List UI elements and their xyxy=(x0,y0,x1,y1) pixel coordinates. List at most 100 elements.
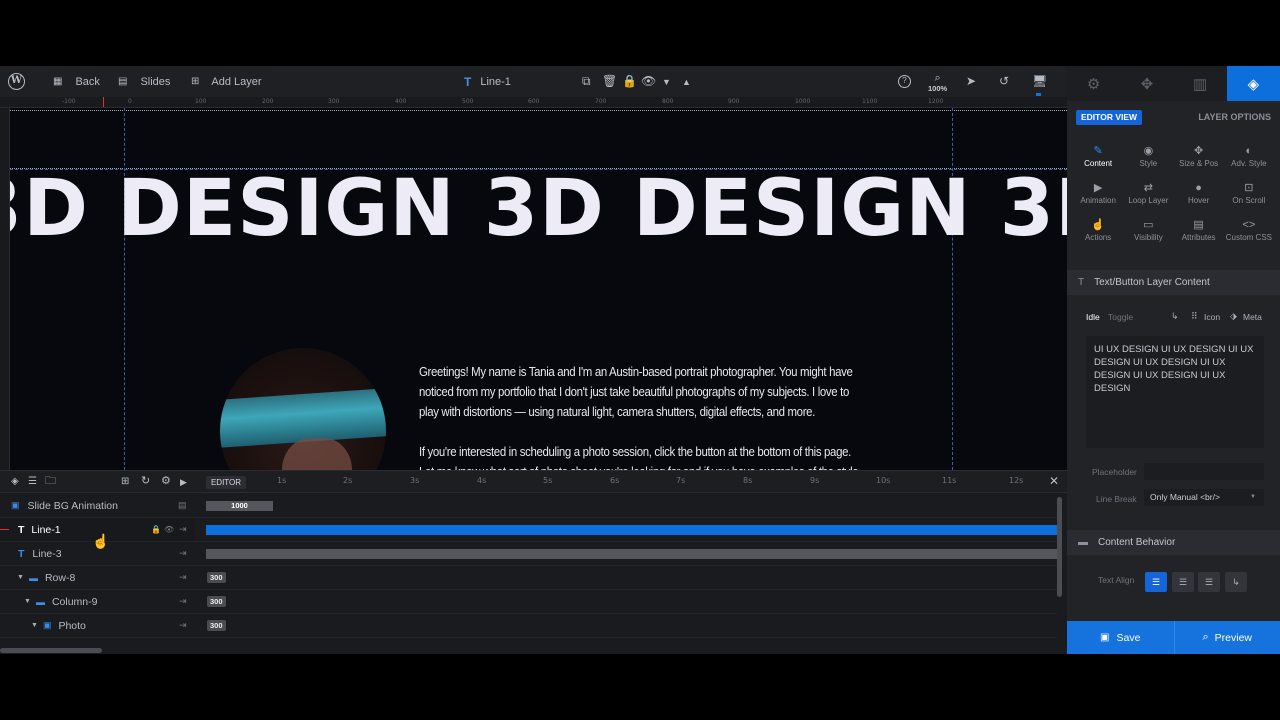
desktop-icon[interactable]: 🖥 xyxy=(1032,75,1047,87)
play-icon[interactable]: ▶ xyxy=(180,476,187,488)
time-tick: 1s xyxy=(277,476,287,485)
current-layer-selector[interactable]: T Line-1 xyxy=(464,66,511,97)
end-icon[interactable]: ⇥ xyxy=(179,548,187,559)
caret-down-icon[interactable]: ▼ xyxy=(17,574,24,581)
end-icon[interactable]: ⇥ xyxy=(179,524,187,535)
track-column-9[interactable]: 300 xyxy=(195,590,1057,614)
track-photo[interactable]: 300 xyxy=(195,614,1057,638)
track-bar-active[interactable] xyxy=(206,525,1057,535)
end-icon[interactable]: ⇥ xyxy=(179,596,187,607)
timeline-row-row-8[interactable]: ▼ ▬ Row-8 ⇥ xyxy=(0,566,195,590)
track-line-3[interactable] xyxy=(195,542,1057,566)
tab-navigation[interactable]: ✥ xyxy=(1120,66,1173,101)
tab-slider-settings[interactable]: ⚙ xyxy=(1067,66,1120,101)
option-animation[interactable]: ▶ Animation xyxy=(1073,181,1123,212)
save-button[interactable]: ▣ Save xyxy=(1067,621,1174,654)
arrow-down-icon[interactable]: ▼ xyxy=(662,76,671,88)
layer-text-input[interactable]: UI UX DESIGN UI UX DESIGN UI UX DESIGN U… xyxy=(1086,336,1264,448)
meta-button[interactable]: Meta xyxy=(1243,312,1262,322)
wordpress-icon[interactable]: W xyxy=(8,73,25,90)
back-button[interactable]: ▦ Back xyxy=(53,66,100,97)
track-slide-bg[interactable]: 1000 xyxy=(195,494,1057,518)
cursor-icon[interactable]: ➤ xyxy=(966,75,976,87)
ruler-tick: 100 xyxy=(195,98,207,105)
tab-idle[interactable]: Idle xyxy=(1086,312,1100,322)
time-tick: 11s xyxy=(942,476,957,485)
tab-toggle[interactable]: Toggle xyxy=(1108,312,1133,322)
option-visibility[interactable]: ▭ Visibility xyxy=(1123,218,1173,249)
grid-icon[interactable]: ⠿ xyxy=(1191,311,1198,322)
device-indicator xyxy=(1036,93,1041,96)
portrait-photo[interactable] xyxy=(220,348,386,470)
editor-mode-chip[interactable]: EDITOR xyxy=(206,476,246,489)
track-bar[interactable] xyxy=(206,549,1057,559)
duplicate-icon[interactable]: ⧉ xyxy=(582,75,591,87)
icon-button[interactable]: Icon xyxy=(1204,312,1220,322)
slides-button[interactable]: ▤ Slides xyxy=(118,66,170,97)
editor-view-button[interactable]: EDITOR VIEW xyxy=(1076,110,1143,125)
section-content-behavior[interactable]: ▬ Content Behavior xyxy=(1067,530,1280,555)
timeline-row-column-9[interactable]: ▼ ▬ Column-9 ⇥ xyxy=(0,590,195,614)
line-break-select[interactable]: Only Manual <br/> ▼ xyxy=(1144,489,1264,506)
settings-icon[interactable]: ⚙ xyxy=(161,475,171,487)
add-layer-icon: ⊞ xyxy=(191,75,200,87)
slide-canvas[interactable]: 3D DESIGN 3D DESIGN 3D DESIGN Greetings!… xyxy=(10,108,1067,470)
caret-down-icon[interactable]: ▼ xyxy=(24,598,31,605)
option-size-pos[interactable]: ✥ Size & Pos xyxy=(1174,144,1224,175)
eye-icon[interactable]: 👁 xyxy=(641,75,656,87)
folder-icon[interactable]: 🗀 xyxy=(45,475,56,487)
align-right-button[interactable]: ☰ xyxy=(1198,572,1220,592)
eye-icon[interactable]: 👁 xyxy=(164,525,174,534)
timeline-horizontal-scrollbar[interactable] xyxy=(0,648,102,653)
option-hover[interactable]: ● Hover xyxy=(1174,181,1224,212)
tab-layer-options[interactable]: ◈ xyxy=(1226,66,1280,101)
add-layer-button[interactable]: ⊞ Add Layer xyxy=(191,66,262,97)
undo-icon[interactable]: ↺ xyxy=(999,75,1009,87)
option-style[interactable]: ◉ Style xyxy=(1123,144,1173,175)
tab-slide-options[interactable]: ▥ xyxy=(1174,66,1227,101)
close-timeline-icon[interactable]: ✕ xyxy=(1049,475,1059,487)
track-line-1[interactable] xyxy=(195,518,1057,542)
option-actions[interactable]: ☝ Actions xyxy=(1073,218,1123,249)
zoom-control[interactable]: ⌕ 100% xyxy=(928,72,947,93)
preview-button[interactable]: ⌕ Preview xyxy=(1173,621,1280,654)
timeline-row-photo[interactable]: ▼ ▣ Photo ⇥ xyxy=(0,614,195,638)
option-adv-style[interactable]: ◐ Adv. Style xyxy=(1224,144,1274,175)
list-icon[interactable]: ☰ xyxy=(28,476,37,488)
option-loop-layer[interactable]: ⇄ Loop Layer xyxy=(1123,181,1173,212)
align-center-button[interactable]: ☰ xyxy=(1172,572,1194,592)
slides-label: Slides xyxy=(140,75,171,88)
option-on-scroll[interactable]: ⊡ On Scroll xyxy=(1224,181,1274,212)
tag-icon[interactable]: ⬗ xyxy=(1230,311,1237,322)
align-inherit-button[interactable]: ↳ xyxy=(1225,572,1247,592)
placeholder-field[interactable] xyxy=(1144,463,1264,480)
lock-icon[interactable]: 🔒 xyxy=(151,525,161,534)
option-content[interactable]: ✎ Content xyxy=(1073,144,1123,175)
end-icon[interactable]: ⇥ xyxy=(179,620,187,631)
layers-icon[interactable]: ◈ xyxy=(11,476,19,488)
time-tick: 12s xyxy=(1009,476,1024,485)
line-break-icon[interactable]: ↳ xyxy=(1171,311,1179,322)
lock-icon[interactable]: 🔒 xyxy=(622,75,637,87)
refresh-icon[interactable]: ↻ xyxy=(141,475,150,487)
trash-icon[interactable]: 🗑 xyxy=(602,75,617,87)
help-icon[interactable]: ? xyxy=(898,75,911,88)
arrow-up-icon[interactable]: ▲ xyxy=(682,76,691,88)
end-icon[interactable]: ⇥ xyxy=(179,572,187,583)
timeline-vertical-scrollbar[interactable] xyxy=(1057,497,1062,597)
option-custom-css[interactable]: <> Custom CSS xyxy=(1224,218,1274,249)
time-tick: 2s xyxy=(343,476,353,485)
option-attributes[interactable]: ▤ Attributes xyxy=(1174,218,1224,249)
track-row-8[interactable]: 300 xyxy=(195,566,1057,590)
caret-down-icon[interactable]: ▼ xyxy=(31,622,38,629)
align-left-button[interactable]: ☰ xyxy=(1145,572,1167,592)
track-bar[interactable]: 1000 xyxy=(206,501,273,511)
code-icon: <> xyxy=(1242,219,1256,231)
headline-layer[interactable]: 3D DESIGN 3D DESIGN 3D DESIGN xyxy=(10,164,1067,254)
media-icon[interactable]: ▤ xyxy=(178,500,187,511)
section-text-content[interactable]: T Text/Button Layer Content xyxy=(1067,270,1280,295)
timeline-row-slide-bg[interactable]: ▣ Slide BG Animation ▤ xyxy=(0,494,195,518)
intro-text-layer[interactable]: Greetings! My name is Tania and I'm an A… xyxy=(419,362,859,470)
time-tick: 3s xyxy=(410,476,420,485)
grid-icon[interactable]: ⊞ xyxy=(121,476,129,488)
